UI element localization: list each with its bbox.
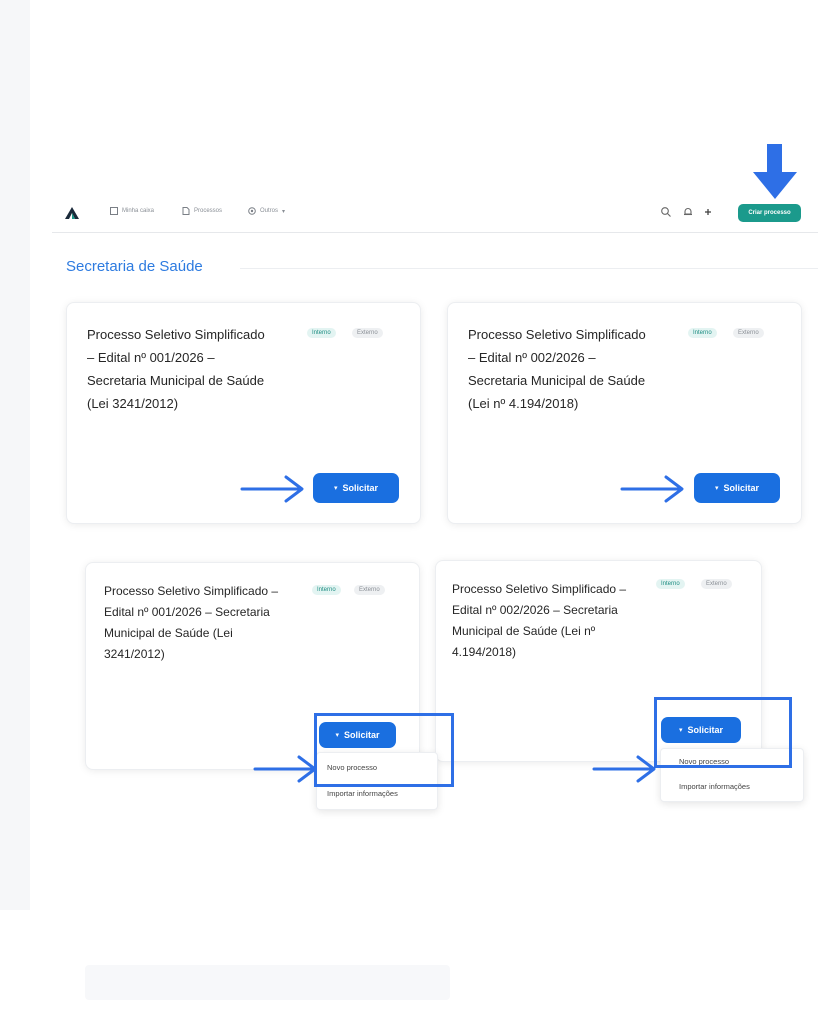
annotation-arrow-right <box>620 475 684 503</box>
tag-internal: Interno <box>688 328 717 338</box>
plus-icon[interactable] <box>702 206 714 218</box>
menu-item-import-info[interactable]: Importar informações <box>661 782 803 791</box>
tag-external: Externo <box>352 328 383 338</box>
tag-internal: Interno <box>307 328 336 338</box>
tag-internal: Interno <box>312 585 341 595</box>
card-title: Processo Seletivo Simplificado – Edital … <box>87 327 265 411</box>
tag-external: Externo <box>733 328 764 338</box>
chevron-down-icon: ▾ <box>714 485 719 492</box>
section-divider <box>240 268 818 269</box>
highlight-box <box>314 713 454 787</box>
annotation-arrow-right <box>240 475 304 503</box>
solicitar-label: Solicitar <box>723 483 760 493</box>
solicitar-label: Solicitar <box>342 483 379 493</box>
top-navigation-bar: Minha caixa Processos Outros ▾ Criar pro… <box>52 196 818 233</box>
menu-item-import-info[interactable]: Importar informações <box>317 789 437 798</box>
annotation-arrow-right <box>253 755 317 783</box>
tag-external: Externo <box>354 585 385 595</box>
solicitar-button[interactable]: ▾ Solicitar <box>694 473 780 503</box>
section-title: Secretaria de Saúde <box>66 258 203 275</box>
annotation-arrow-down <box>753 144 797 199</box>
nav-item-inbox[interactable]: Minha caixa <box>110 207 154 215</box>
card-title: Processo Seletivo Simplificado – Edital … <box>468 327 646 411</box>
tag-external: Externo <box>701 579 732 589</box>
nav-item-label: Minha caixa <box>122 208 155 214</box>
grid-icon <box>248 207 256 215</box>
nav-item-label: Processos <box>194 208 223 214</box>
nav-item-processes[interactable]: Processos <box>182 207 222 215</box>
inbox-icon <box>110 207 118 215</box>
annotation-arrow-right <box>592 755 656 783</box>
nav-item-label: Outros <box>260 208 279 214</box>
nav-item-others[interactable]: Outros ▾ <box>248 207 285 215</box>
card-title: Processo Seletivo Simplificado – Edital … <box>104 584 279 661</box>
bell-icon[interactable] <box>682 206 694 218</box>
create-process-button[interactable]: Criar processo <box>738 204 801 222</box>
left-edge-panel <box>0 0 30 910</box>
document-icon <box>182 207 190 215</box>
solicitar-button[interactable]: ▾ Solicitar <box>313 473 399 503</box>
tag-internal: Interno <box>656 579 685 589</box>
bottom-placeholder-bar <box>85 965 450 1000</box>
chevron-down-icon: ▾ <box>333 485 338 492</box>
card-title: Processo Seletivo Simplificado – Edital … <box>452 582 627 659</box>
logo-icon <box>65 207 79 219</box>
search-icon[interactable] <box>660 206 672 218</box>
chevron-down-icon: ▾ <box>282 208 286 215</box>
highlight-box <box>654 697 792 768</box>
